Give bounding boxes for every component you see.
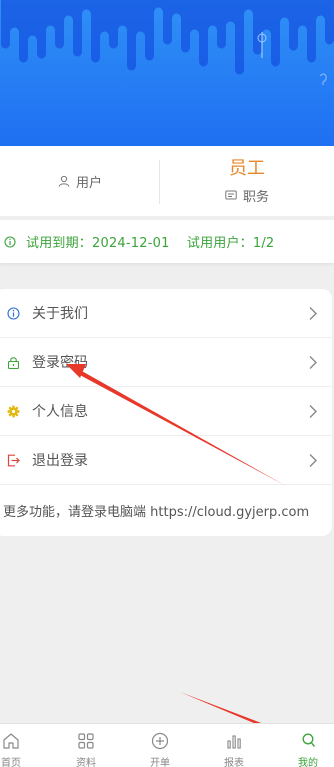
menu-item-label: 关于我们 [32,306,88,322]
grid-icon [78,733,94,749]
id-card-icon [225,190,237,200]
role-label: 职务 [242,189,269,205]
trial-notice: 试用到期：2024-12-01 试用用户：1/2 [0,220,334,263]
header-decoration [0,0,334,85]
profile-header [0,0,334,146]
lock-icon [7,356,20,369]
chevron-right-icon [309,405,317,418]
role-name: 员工 [229,157,265,179]
bar-chart-icon [227,735,241,749]
trial-text: 试用到期：2024-12-01 试用用户：1/2 [26,236,275,251]
more-features-note: 更多功能，请登录电脑端 https://cloud.gyjerp.com [3,504,310,520]
gear-icon [7,405,20,417]
role-row: 职务 [225,186,269,205]
user-info-card: 用户 员工 职务 [0,146,334,216]
menu-item-password[interactable]: 登录密码 [0,338,332,387]
menu-item-label: 登录密码 [32,355,88,371]
tab-reports[interactable]: 报表 [204,724,264,767]
tab-label: 首页 [1,758,21,767]
chevron-right-icon [309,356,317,369]
bottom-tab-bar: 首页 资料 开单 报表 我的 [0,723,334,767]
tab-label: 开单 [150,758,170,767]
tab-data[interactable]: 资料 [56,724,116,767]
menu-item-logout[interactable]: 退出登录 [0,436,332,485]
username-section: 用户 [0,146,160,216]
plus-circle-icon [151,732,169,750]
chevron-right-icon [309,307,317,320]
tab-create-order[interactable]: 开单 [130,724,190,767]
tab-label: 资料 [76,758,96,767]
tab-mine[interactable]: 我的 [278,724,334,767]
menu-item-label: 退出登录 [32,453,88,469]
user-icon [302,733,316,747]
menu-item-about[interactable]: 关于我们 [0,289,332,338]
chevron-right-icon [309,454,317,467]
tab-home[interactable]: 首页 [0,724,41,767]
settings-menu: 关于我们 登录密码 个人信息 退出登录 更多功能，请登录电脑端 https://… [0,289,332,536]
info-icon [7,306,20,320]
menu-item-profile[interactable]: 个人信息 [0,387,332,436]
user-icon [58,175,70,187]
menu-item-label: 个人信息 [32,404,88,420]
username-row: 用户 [58,172,102,191]
tab-label: 我的 [298,758,318,767]
role-section: 员工 职务 [160,146,334,216]
tab-label: 报表 [224,758,244,767]
username-label: 用户 [75,175,102,191]
info-icon [4,235,16,248]
home-icon [3,733,19,749]
logout-icon [7,454,20,466]
